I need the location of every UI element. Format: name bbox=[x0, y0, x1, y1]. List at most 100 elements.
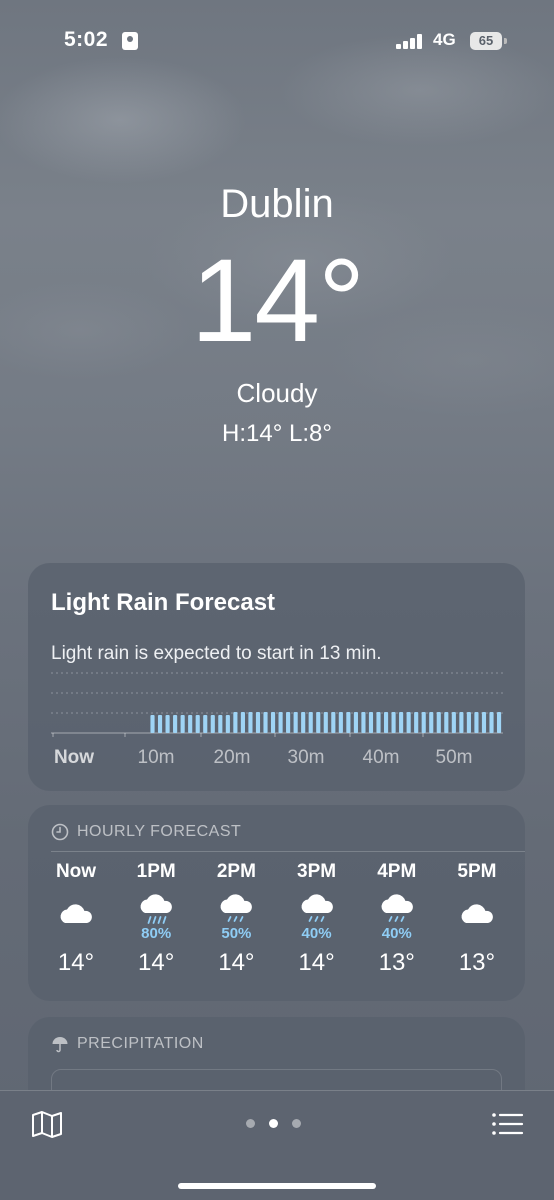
hourly-forecast-label: HOURLY FORECAST bbox=[77, 823, 242, 840]
chart-axis-label: 50m bbox=[436, 747, 473, 768]
rain-bar bbox=[391, 712, 396, 733]
hour-temperature: 14° bbox=[57, 949, 95, 976]
page-dot[interactable] bbox=[269, 1119, 278, 1128]
rain-forecast-title: Light Rain Forecast bbox=[51, 589, 276, 616]
current-temperature: 14° bbox=[190, 235, 365, 367]
rain-bar bbox=[173, 715, 178, 733]
chart-axis-label: Now bbox=[54, 747, 94, 768]
rain-bar bbox=[308, 712, 313, 733]
precip-chance: 50% bbox=[221, 925, 252, 942]
hour-item: 3PM 40% 14° bbox=[277, 859, 357, 989]
rain-bar bbox=[496, 712, 502, 733]
rain-bar bbox=[293, 712, 298, 733]
rain-bar bbox=[376, 712, 381, 733]
status-bar: 5:02 4G 65 bbox=[0, 28, 554, 58]
hour-label: 1PM bbox=[136, 861, 176, 882]
precip-chance: 40% bbox=[381, 925, 412, 942]
rain-bar bbox=[210, 715, 215, 733]
rain-bar bbox=[203, 715, 208, 733]
rain-forecast-card[interactable]: Light Rain Forecast Light rain is expect… bbox=[28, 563, 525, 791]
rain-bar bbox=[218, 715, 223, 733]
precip-chance: 80% bbox=[141, 925, 172, 942]
chart-axis-label: 30m bbox=[288, 747, 325, 768]
rain-bar bbox=[414, 712, 419, 733]
city-name: Dublin bbox=[220, 182, 334, 226]
minute-precipitation-chart: Now 10m 20m 30m 40m 50m bbox=[51, 672, 503, 768]
hour-temperature: 13° bbox=[458, 949, 496, 976]
hour-temperature: 14° bbox=[218, 949, 255, 976]
cloud-icon bbox=[461, 904, 493, 923]
battery-icon: 65 bbox=[470, 32, 502, 50]
page-dot[interactable] bbox=[292, 1119, 301, 1128]
battery-tip bbox=[504, 38, 507, 44]
precipitation-label: PRECIPITATION bbox=[77, 1035, 204, 1052]
rain-bar bbox=[195, 715, 200, 733]
rain-bar bbox=[316, 712, 321, 733]
hour-label: Now bbox=[55, 861, 97, 882]
hourly-list: Now 14° 1PM 80% 14° 2PM 50% 14° 3PM 40% 14° 4PM 40% 1… bbox=[36, 859, 517, 989]
umbrella-icon bbox=[52, 1037, 68, 1053]
rain-bar bbox=[436, 712, 441, 733]
rain-bar bbox=[188, 715, 193, 733]
hour-item: 1PM 80% 14° bbox=[116, 859, 196, 989]
rain-bar bbox=[301, 712, 306, 733]
rain-bar bbox=[451, 712, 456, 733]
network-type: 4G bbox=[433, 30, 456, 49]
chart-axis-label: 40m bbox=[363, 747, 400, 768]
rain-bar bbox=[399, 712, 404, 733]
rain-bar bbox=[323, 712, 328, 733]
rain-bar bbox=[270, 712, 276, 733]
id-card-icon bbox=[122, 32, 138, 50]
rain-bar bbox=[368, 712, 374, 733]
rain-bar bbox=[338, 712, 343, 733]
rain-bar bbox=[278, 712, 283, 733]
hour-item: Now 14° bbox=[36, 859, 116, 989]
hourly-forecast-heading: HOURLY FORECAST bbox=[51, 823, 241, 841]
hourly-forecast-card[interactable]: HOURLY FORECAST Now 14° 1PM 80% 14° 2PM 50% 14°… bbox=[28, 805, 525, 1001]
rain-bar bbox=[165, 715, 170, 733]
rain-bar bbox=[286, 712, 291, 733]
chart-axis-label: 10m bbox=[138, 747, 175, 768]
rain-bar bbox=[157, 715, 163, 733]
rain-bar bbox=[383, 712, 389, 733]
rain-bar bbox=[255, 712, 261, 733]
hour-item: 5PM 13° bbox=[437, 859, 517, 989]
rain-bar bbox=[481, 712, 487, 733]
chart-axis-label: 20m bbox=[214, 747, 251, 768]
page-dot[interactable] bbox=[246, 1119, 255, 1128]
rain-bar bbox=[346, 712, 351, 733]
map-icon[interactable] bbox=[30, 1109, 64, 1139]
bottom-toolbar bbox=[0, 1090, 554, 1200]
rain-bar bbox=[474, 712, 479, 733]
rain-bar bbox=[263, 712, 268, 733]
high-low: H:14° L:8° bbox=[222, 420, 332, 447]
rain-bar bbox=[489, 712, 494, 733]
list-icon[interactable] bbox=[490, 1109, 524, 1139]
rain-bar bbox=[406, 712, 411, 733]
divider bbox=[51, 851, 525, 852]
rain-bar bbox=[421, 712, 426, 733]
rain-bar bbox=[353, 712, 358, 733]
status-time: 5:02 bbox=[64, 28, 109, 51]
rain-bar bbox=[180, 715, 185, 733]
rain-bar bbox=[444, 712, 449, 733]
home-indicator bbox=[178, 1183, 376, 1189]
hour-label: 5PM bbox=[457, 861, 497, 882]
rain-bar bbox=[225, 715, 230, 733]
signal-bars-icon bbox=[396, 34, 426, 49]
hour-label: 4PM bbox=[377, 861, 417, 882]
rain-bar bbox=[331, 712, 336, 733]
rain-bar bbox=[361, 712, 366, 733]
hour-temperature: 14° bbox=[138, 949, 175, 976]
hour-temperature: 13° bbox=[378, 949, 415, 976]
rain-bar bbox=[248, 712, 253, 733]
rain-forecast-description: Light rain is expected to start in 13 mi… bbox=[51, 643, 382, 664]
hour-item: 2PM 50% 14° bbox=[196, 859, 276, 989]
condition: Cloudy bbox=[236, 378, 318, 408]
rain-bar bbox=[233, 712, 238, 733]
rain-bar bbox=[459, 712, 464, 733]
rain-bar bbox=[466, 712, 471, 733]
page-indicator[interactable] bbox=[246, 1119, 301, 1128]
hour-temperature: 14° bbox=[298, 949, 335, 976]
hour-label: 2PM bbox=[216, 861, 256, 882]
